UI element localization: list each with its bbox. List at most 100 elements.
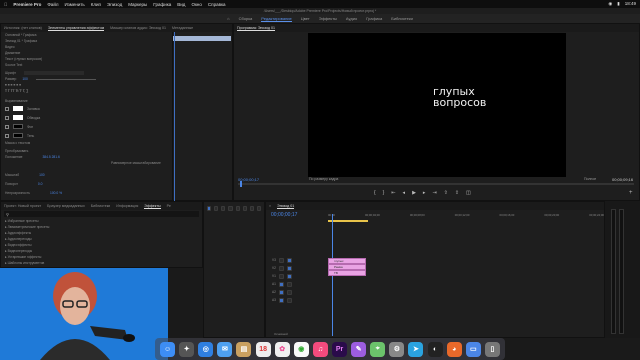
trash-icon[interactable]: ▯ xyxy=(484,341,500,357)
effect-row[interactable]: Обводка xyxy=(1,113,172,122)
photos-icon[interactable]: ✿ xyxy=(274,341,290,357)
tab-effects[interactable]: Эффекты xyxy=(144,204,161,209)
shadow-checkbox[interactable] xyxy=(5,133,9,138)
stroke-swatch[interactable] xyxy=(13,115,23,120)
work-area-bar[interactable] xyxy=(328,220,368,222)
tab-program[interactable]: Программа: Эпизод 01 xyxy=(237,26,275,31)
effect-row[interactable]: Фон xyxy=(1,122,172,131)
effect-row[interactable]: Равномерное масштабирование xyxy=(1,160,172,166)
effect-row[interactable]: Маска с текстом xyxy=(1,140,172,146)
apple-icon[interactable]:  xyxy=(4,2,7,7)
fill-checkbox[interactable] xyxy=(5,106,9,111)
workspace-color[interactable]: Цвет xyxy=(301,16,310,21)
track-header[interactable]: V3 xyxy=(266,256,328,264)
rotation-value[interactable]: 0.0 xyxy=(38,182,43,186)
font-size-value[interactable]: 100 xyxy=(22,77,28,81)
step-back-icon[interactable]: ⇤ xyxy=(391,190,395,196)
tab-metadata[interactable]: Метаданные xyxy=(172,26,193,30)
effect-row[interactable]: Масштаб 100 xyxy=(1,172,172,178)
chrome-icon[interactable]: ◉ xyxy=(293,341,309,357)
workspace-audio[interactable]: Аудио xyxy=(346,16,357,21)
effect-row[interactable]: Source Text xyxy=(1,62,172,68)
tab-effect-controls[interactable]: Элементы управления эффектом xyxy=(47,26,105,31)
tab-source[interactable]: Источник: (нет клипов) xyxy=(4,26,42,30)
menu-clip[interactable]: Клип xyxy=(91,2,101,7)
track-header[interactable]: V2 xyxy=(266,264,328,272)
menu-window[interactable]: Окно xyxy=(191,2,201,7)
type-tool-icon[interactable] xyxy=(256,206,261,211)
firefox-icon[interactable]: ◕ xyxy=(446,341,462,357)
background-checkbox[interactable] xyxy=(5,124,9,129)
mail-icon[interactable]: ✉ xyxy=(217,341,233,357)
finder-icon[interactable]: ☺ xyxy=(160,341,176,357)
effect-row[interactable]: Поворот 0.0 xyxy=(1,181,172,187)
menu-markers[interactable]: Маркеры xyxy=(128,2,147,7)
align-icons[interactable]: ≡ ≡ ≡ ≡ ≡ ≡ xyxy=(5,83,21,87)
timeline-ruler[interactable]: 00;00 00;00;04;00 00;00;08;00 00;00;12;0… xyxy=(328,213,604,218)
tab-media-browser[interactable]: Браузер медиаданных xyxy=(47,204,85,208)
program-scrub-bar[interactable] xyxy=(238,181,634,187)
music-icon[interactable]: ♫ xyxy=(312,341,328,357)
shadow-swatch[interactable] xyxy=(13,133,23,138)
selection-tool-icon[interactable] xyxy=(207,206,212,211)
track-header[interactable]: A3 xyxy=(266,296,328,304)
effect-row[interactable]: T T TT Tt T' T, T̲ xyxy=(1,88,172,94)
zoom-dropdown[interactable]: По размеру кадра xyxy=(309,177,338,181)
tab-timeline-close-icon[interactable]: × xyxy=(269,204,271,208)
tab-sequence[interactable]: Эпизод 01 xyxy=(277,204,295,209)
menu-view[interactable]: Вид xyxy=(177,2,185,7)
menu-edit[interactable]: Изменить xyxy=(64,2,84,7)
menu-graphics[interactable]: Графика xyxy=(153,2,171,7)
safari-icon[interactable]: ◎ xyxy=(198,341,214,357)
program-video-frame[interactable]: глупых вопросов xyxy=(308,33,566,177)
track-header[interactable]: A1 xyxy=(266,280,328,288)
ripple-tool-icon[interactable] xyxy=(221,206,226,211)
program-playhead[interactable] xyxy=(240,181,242,187)
text-style-icons[interactable]: T T TT Tt T' T, T̲ xyxy=(5,89,28,93)
step-forward-icon[interactable]: ⇥ xyxy=(432,190,436,196)
background-swatch[interactable] xyxy=(13,124,23,129)
mark-out-icon[interactable]: } xyxy=(383,190,385,196)
fill-swatch[interactable] xyxy=(13,106,23,111)
notes-icon[interactable]: ▤ xyxy=(236,341,252,357)
effect-row[interactable]: Непрозрачность 100.0 % xyxy=(1,190,172,196)
tab-project[interactable]: Проект: Новый проект xyxy=(4,204,41,208)
keyframe-area[interactable] xyxy=(172,32,232,202)
timeline-clip[interactable]: ТВ xyxy=(328,270,366,276)
tab-info[interactable]: Информация xyxy=(116,204,138,208)
menu-file[interactable]: Файл xyxy=(47,2,58,7)
frame-back-icon[interactable]: ◂ xyxy=(403,190,406,196)
track-header[interactable]: A2 xyxy=(266,288,328,296)
track-select-tool-icon[interactable] xyxy=(214,206,219,211)
workspace-libraries[interactable]: Библиотеки xyxy=(391,16,413,21)
lift-icon[interactable]: ⇧ xyxy=(444,190,448,196)
wifi-icon[interactable]: ◉ xyxy=(608,1,612,7)
tab-libraries[interactable]: Библиотеки xyxy=(91,204,110,208)
keyframe-playhead[interactable] xyxy=(174,32,176,202)
font-dropdown[interactable] xyxy=(23,71,84,75)
font-size-slider[interactable] xyxy=(35,78,96,80)
tab-audio-mixer[interactable]: Микшер клипов аудио: Эпизод 01 xyxy=(110,26,166,30)
scale-value[interactable]: 100 xyxy=(39,173,45,177)
workspace-editing[interactable]: Редактирование xyxy=(261,16,292,22)
calendar-icon[interactable]: 18 xyxy=(255,341,271,357)
clock[interactable]: 18:49 xyxy=(625,1,636,7)
launchpad-icon[interactable]: ✦ xyxy=(179,341,195,357)
home-icon[interactable]: ⌂ xyxy=(227,16,229,21)
app-name[interactable]: Premiere Pro xyxy=(13,2,41,7)
mark-in-icon[interactable]: { xyxy=(374,190,376,196)
timeline-timecode[interactable]: 00;00;00;17 xyxy=(271,212,297,218)
stroke-checkbox[interactable] xyxy=(5,115,9,120)
maps-icon[interactable]: ⌖ xyxy=(370,341,386,357)
effect-row[interactable]: Заливка xyxy=(1,104,172,113)
files-icon[interactable]: ▭ xyxy=(465,341,481,357)
razor-tool-icon[interactable] xyxy=(228,206,233,211)
camera-icon[interactable]: ◫ xyxy=(466,190,471,196)
effects-search-input[interactable]: ⚲ xyxy=(4,211,199,217)
telegram-icon[interactable]: ➤ xyxy=(408,341,424,357)
battery-icon[interactable]: ▮ xyxy=(617,1,619,7)
workspace-graphics[interactable]: Графика xyxy=(366,16,382,21)
position-value[interactable]: 384.5 281.6 xyxy=(42,155,59,159)
workspace-effects[interactable]: Эффекты xyxy=(319,16,337,21)
add-button-icon[interactable]: + xyxy=(629,190,633,196)
